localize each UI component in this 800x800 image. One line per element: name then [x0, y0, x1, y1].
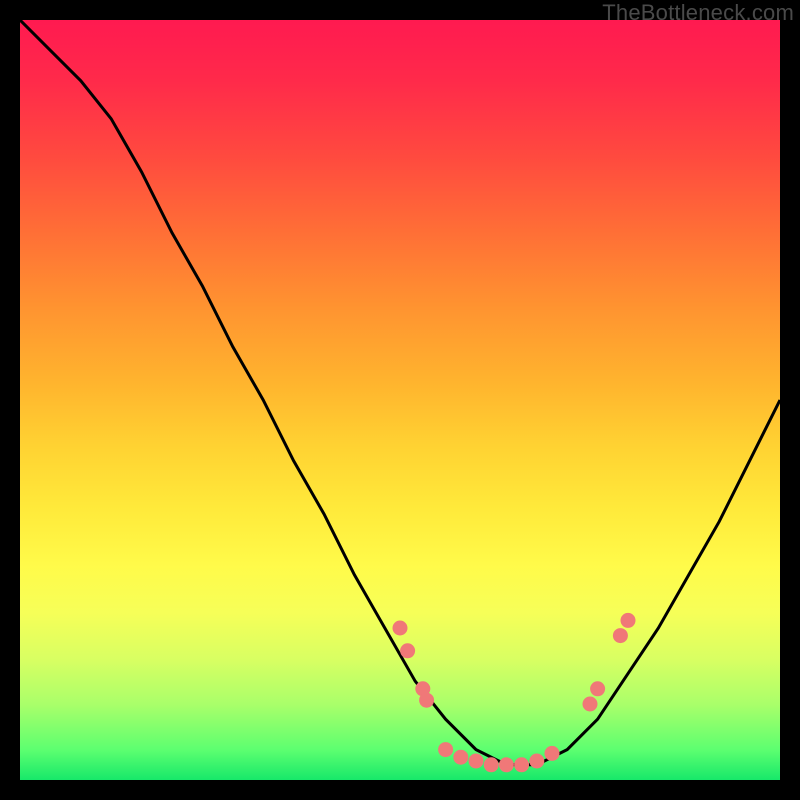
data-dot: [469, 754, 484, 769]
data-dot: [499, 757, 514, 772]
data-dot: [484, 757, 499, 772]
plot-area: [20, 20, 780, 780]
curve-line: [20, 20, 780, 765]
data-dot: [621, 613, 636, 628]
data-dot: [393, 621, 408, 636]
data-dot: [529, 754, 544, 769]
data-dot: [453, 750, 468, 765]
data-dot: [590, 681, 605, 696]
outer-frame: TheBottleneck.com: [0, 0, 800, 800]
data-dot: [545, 746, 560, 761]
data-dot: [419, 693, 434, 708]
data-dot: [613, 628, 628, 643]
dot-cluster: [393, 613, 636, 772]
bottleneck-curve: [20, 20, 780, 780]
data-dot: [583, 697, 598, 712]
data-dot: [514, 757, 529, 772]
data-dot: [400, 643, 415, 658]
watermark-label: TheBottleneck.com: [602, 0, 794, 26]
data-dot: [438, 742, 453, 757]
